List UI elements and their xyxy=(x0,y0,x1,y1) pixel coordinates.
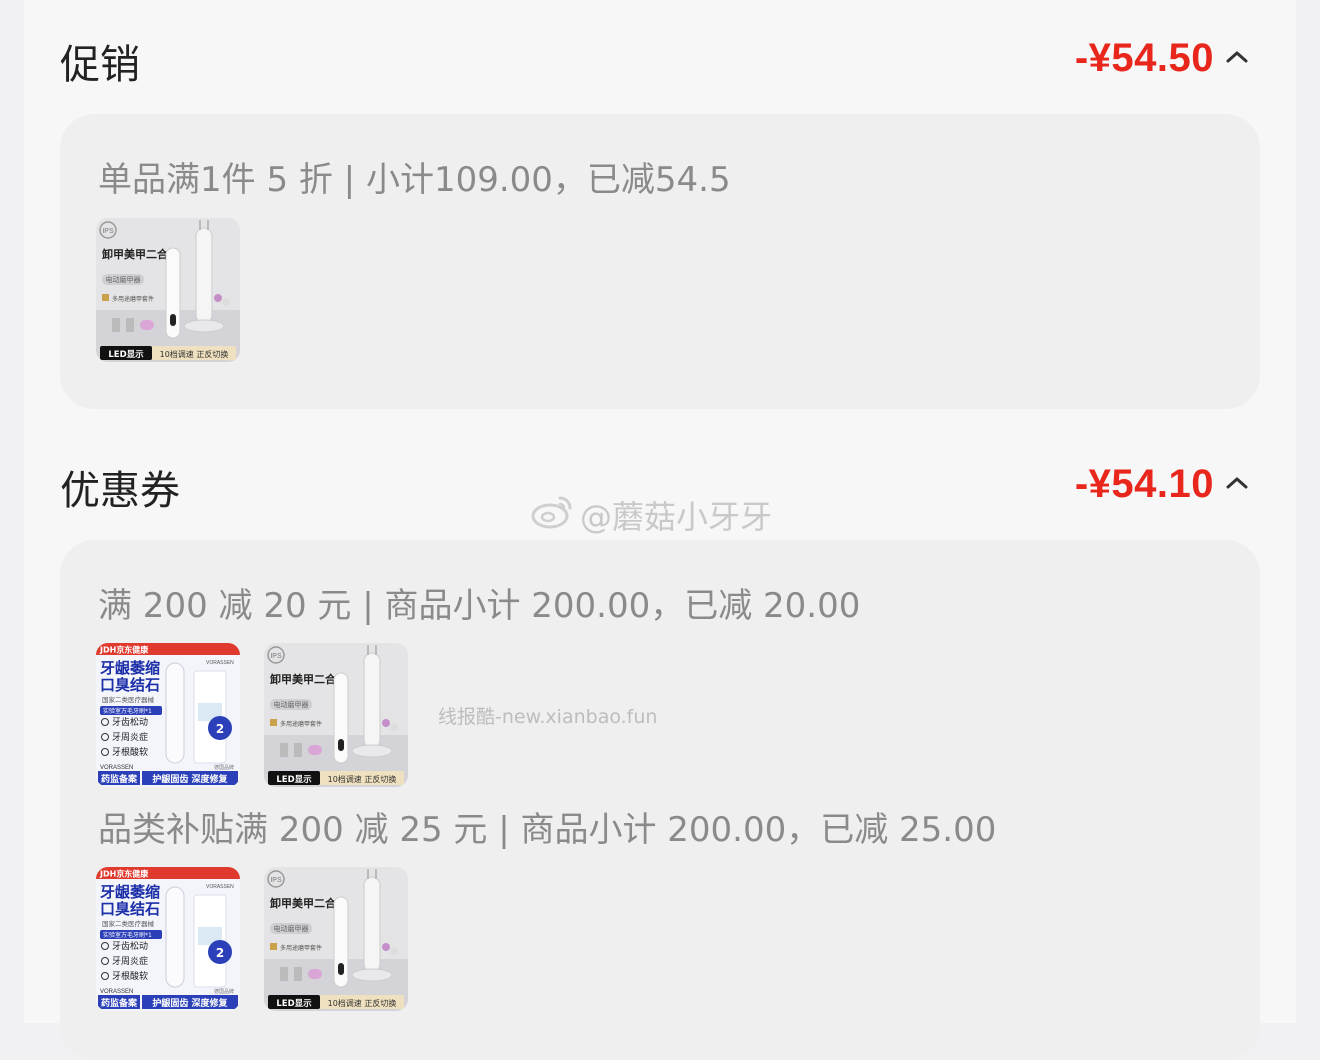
svg-text:VORASSEN: VORASSEN xyxy=(206,660,234,666)
svg-text:10档调速 正反切换: 10档调速 正反切换 xyxy=(160,349,229,359)
svg-text:护龈固齿 深度修复: 护龈固齿 深度修复 xyxy=(152,773,228,785)
svg-text:牙周炎症: 牙周炎症 xyxy=(112,955,148,967)
svg-text:德国品牌: 德国品牌 xyxy=(214,988,234,995)
svg-text:VORASSEN: VORASSEN xyxy=(100,765,133,771)
promotion-title: 促销 xyxy=(60,42,140,88)
svg-text:国家二类医疗器械: 国家二类医疗器械 xyxy=(102,919,155,928)
svg-text:多用途磨甲套件: 多用途磨甲套件 xyxy=(280,720,322,728)
svg-text:电动磨甲器: 电动磨甲器 xyxy=(274,700,309,709)
svg-text:牙龈萎缩: 牙龈萎缩 xyxy=(100,659,160,677)
chevron-up-icon[interactable] xyxy=(1224,44,1250,70)
svg-text:多用途磨甲套件: 多用途磨甲套件 xyxy=(112,295,154,303)
promotion-amount: -¥54.50 xyxy=(1074,36,1214,80)
svg-text:LED显示: LED显示 xyxy=(108,350,144,360)
svg-text:牙根酸软: 牙根酸软 xyxy=(112,970,148,982)
coupon-rule-2: 品类补贴满 200 减 25 元 | 商品小计 200.00，已减 25.00 xyxy=(98,810,997,850)
svg-text:电动磨甲器: 电动磨甲器 xyxy=(106,275,141,284)
svg-text:牙根酸软: 牙根酸软 xyxy=(112,746,148,758)
svg-text:VORASSEN: VORASSEN xyxy=(206,884,234,890)
svg-text:药监备案: 药监备案 xyxy=(101,997,138,1009)
svg-text:口臭结石: 口臭结石 xyxy=(100,676,160,694)
svg-text:实验室万毛牙刷*1: 实验室万毛牙刷*1 xyxy=(103,931,152,939)
svg-text:药监备案: 药监备案 xyxy=(101,773,138,785)
coupon-rule-1: 满 200 减 20 元 | 商品小计 200.00，已减 20.00 xyxy=(98,586,861,626)
svg-text:牙周炎症: 牙周炎症 xyxy=(112,731,148,743)
svg-text:JDH京东健康: JDH京东健康 xyxy=(99,645,149,655)
svg-text:IPS: IPS xyxy=(270,653,282,660)
coupons-amount: -¥54.10 xyxy=(1074,462,1214,506)
promotion-rule: 单品满1件 5 折 | 小计109.00，已减54.5 xyxy=(98,160,731,200)
product-thumb-toothbrush[interactable]: JDH京东健康 VORASSEN 牙龈萎缩 口臭结石 国家二类医疗器械 实验室万… xyxy=(96,867,240,1011)
weibo-watermark: @蘑菇小牙牙 xyxy=(580,498,773,536)
svg-text:VORASSEN: VORASSEN xyxy=(100,989,133,995)
svg-text:10档调速 正反切换: 10档调速 正反切换 xyxy=(328,998,397,1008)
svg-text:护龈固齿 深度修复: 护龈固齿 深度修复 xyxy=(152,997,228,1009)
svg-text:牙龈萎缩: 牙龈萎缩 xyxy=(100,883,160,901)
svg-text:2: 2 xyxy=(216,722,224,736)
svg-text:10档调速 正反切换: 10档调速 正反切换 xyxy=(328,774,397,784)
chevron-up-icon[interactable] xyxy=(1224,470,1250,496)
svg-text:口臭结石: 口臭结石 xyxy=(100,900,160,918)
weibo-logo-icon xyxy=(531,496,572,529)
product-thumb-nail-drill[interactable]: IPS 卸甲美甲二合一 电动磨甲器 多用途磨甲套件 LED显示 10档调速 正反… xyxy=(264,643,408,787)
svg-text:德国品牌: 德国品牌 xyxy=(214,764,234,771)
svg-text:IPS: IPS xyxy=(270,877,282,884)
svg-text:电动磨甲器: 电动磨甲器 xyxy=(274,924,309,933)
svg-text:牙齿松动: 牙齿松动 xyxy=(112,716,148,728)
svg-text:2: 2 xyxy=(216,946,224,960)
svg-text:JDH京东健康: JDH京东健康 xyxy=(99,869,149,879)
product-thumb-nail-drill[interactable]: IPS 卸甲美甲二合一 电动磨甲器 多用途磨甲套件 LED显示 10档调速 正反… xyxy=(264,867,408,1011)
svg-text:牙齿松动: 牙齿松动 xyxy=(112,940,148,952)
svg-text:LED显示: LED显示 xyxy=(276,775,312,785)
svg-text:IPS: IPS xyxy=(102,228,114,235)
svg-text:国家二类医疗器械: 国家二类医疗器械 xyxy=(102,695,155,704)
svg-text:LED显示: LED显示 xyxy=(276,999,312,1009)
product-thumb-nail-drill[interactable]: IPS 卸甲美甲二合一 电动磨甲器 多用途磨甲套件 LED显示 10档调速 正反… xyxy=(96,218,240,362)
product-thumb-toothbrush[interactable]: JDH京东健康 VORASSEN 牙龈萎缩 口臭结石 国家二类医疗器械 实验室万… xyxy=(96,643,240,787)
svg-text:实验室万毛牙刷*1: 实验室万毛牙刷*1 xyxy=(103,707,152,715)
site-watermark: 线报酷-new.xianbao.fun xyxy=(438,706,658,728)
svg-text:多用途磨甲套件: 多用途磨甲套件 xyxy=(280,944,322,952)
coupons-title: 优惠券 xyxy=(60,468,180,514)
